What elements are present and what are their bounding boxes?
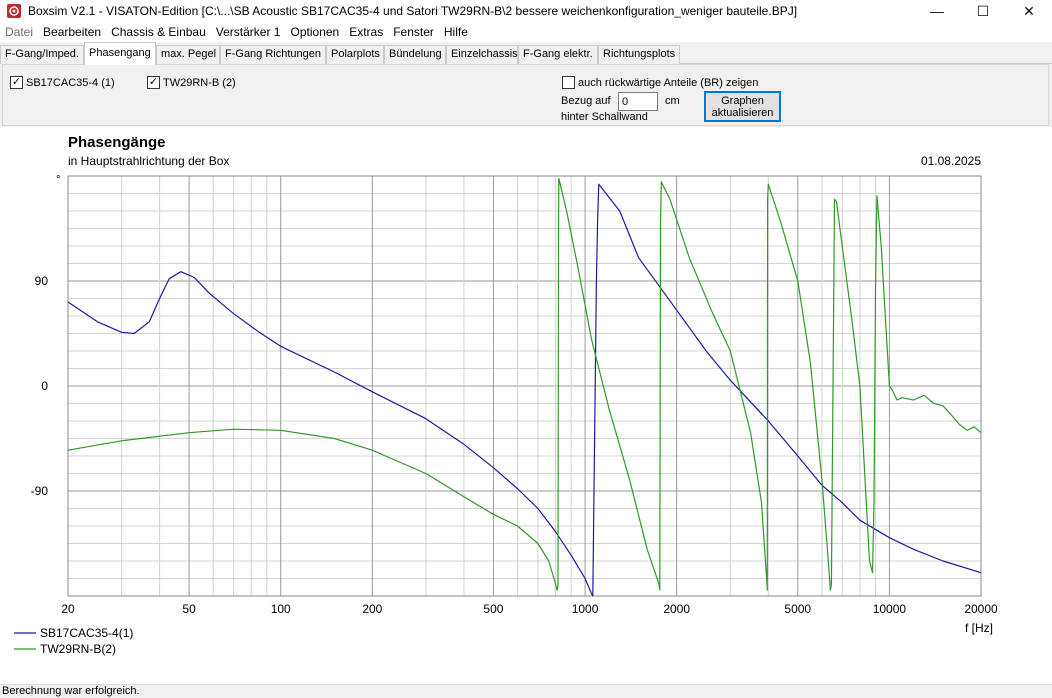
chart-title: Phasengänge (68, 134, 166, 151)
x-tick-labels: 20 50 100 200 500 1000 2000 5000 10000 20000 (61, 602, 998, 616)
close-button[interactable]: ✕ (1006, 0, 1052, 22)
chassis2-toggle[interactable]: ✓ TW29RN-B (2) (147, 76, 236, 89)
update-graphs-line1: Graphen (721, 95, 764, 107)
chart-series (67, 177, 982, 597)
x-tick-label: 1000 (572, 602, 599, 616)
tab-buendelung[interactable]: Bündelung (384, 45, 446, 64)
bezug-sublabel: hinter Schallwand (561, 111, 648, 123)
x-tick-label: 10000 (873, 602, 907, 616)
y-tick-label: 0 (41, 379, 48, 393)
x-tick-label: 20 (61, 602, 75, 616)
phase-chart: Phasengänge in Hauptstrahlrichtung der B… (14, 134, 998, 656)
chassis2-label: TW29RN-B (2) (163, 76, 236, 89)
x-tick-label: 50 (182, 602, 196, 616)
chart-subtitle: in Hauptstrahlrichtung der Box (68, 154, 229, 168)
menu-bar: Datei Bearbeiten Chassis & Einbau Verstä… (0, 22, 1052, 42)
tab-fgang-imped[interactable]: F-Gang/Imped. (0, 45, 84, 64)
chassis2-checkbox[interactable]: ✓ (147, 76, 160, 89)
update-graphs-button[interactable]: Graphen aktualisieren (704, 91, 781, 122)
br-toggle[interactable]: auch rückwärtige Anteile (BR) zeigen (562, 76, 758, 89)
chart-date: 01.08.2025 (921, 154, 981, 168)
options-panel: ✓ SB17CAC35-4 (1) ✓ TW29RN-B (2) auch rü… (2, 64, 1049, 126)
tab-einzelchassis[interactable]: Einzelchassis (446, 45, 518, 64)
br-checkbox[interactable] (562, 76, 575, 89)
tab-max-pegel[interactable]: max. Pegel (156, 45, 220, 64)
y-axis-unit: ° (56, 174, 60, 186)
menu-datei[interactable]: Datei (0, 22, 38, 42)
boxsim-app-icon[interactable] (6, 3, 22, 19)
x-tick-label: 500 (483, 602, 503, 616)
bezug-input[interactable] (618, 92, 658, 111)
chassis1-toggle[interactable]: ✓ SB17CAC35-4 (1) (10, 76, 115, 89)
tab-fgang-richtungen[interactable]: F-Gang Richtungen (220, 45, 326, 64)
legend-label-2: TW29RN-B(2) (40, 642, 116, 656)
menu-bearbeiten[interactable]: Bearbeiten (38, 22, 106, 42)
chart-grid (67, 175, 982, 597)
y-tick-labels: 90 0 -90 (31, 274, 49, 498)
y-tick-label: 90 (35, 274, 49, 288)
bezug-label: Bezug auf (561, 95, 611, 107)
title-bar: Boxsim V2.1 - VISATON-Edition [C:\...\SB… (0, 0, 1052, 22)
minimize-button[interactable]: — (914, 0, 960, 22)
x-axis-label: f [Hz] (965, 621, 993, 635)
tab-fgang-elektr[interactable]: F-Gang elektr. (518, 45, 598, 64)
menu-extras[interactable]: Extras (344, 22, 388, 42)
menu-optionen[interactable]: Optionen (285, 22, 344, 42)
menu-verstaerker[interactable]: Verstärker 1 (211, 22, 286, 42)
legend-label-1: SB17CAC35-4(1) (40, 626, 133, 640)
update-graphs-line2: aktualisieren (711, 107, 774, 119)
x-tick-label: 200 (362, 602, 382, 616)
x-tick-label: 2000 (663, 602, 690, 616)
x-tick-label: 20000 (964, 602, 998, 616)
chart-area: Phasengänge in Hauptstrahlrichtung der B… (0, 127, 1052, 684)
bezug-unit: cm (665, 95, 680, 107)
maximize-button[interactable]: ☐ (960, 0, 1006, 22)
status-bar: Berechnung war erfolgreich. (0, 684, 1052, 697)
tab-phasengang[interactable]: Phasengang (84, 42, 156, 65)
x-tick-label: 100 (271, 602, 291, 616)
tab-richtungsplots[interactable]: Richtungsplots (598, 45, 680, 64)
chart-legend: SB17CAC35-4(1) TW29RN-B(2) (14, 626, 133, 656)
x-tick-label: 5000 (784, 602, 811, 616)
tab-bar: F-Gang/Imped. Phasengang max. Pegel F-Ga… (0, 42, 1052, 65)
series-line-2 (67, 177, 982, 591)
chassis1-checkbox[interactable]: ✓ (10, 76, 23, 89)
y-tick-label: -90 (31, 484, 49, 498)
menu-hilfe[interactable]: Hilfe (439, 22, 473, 42)
tab-polarplots[interactable]: Polarplots (326, 45, 384, 64)
window-title: Boxsim V2.1 - VISATON-Edition [C:\...\SB… (28, 4, 798, 18)
menu-chassis-einbau[interactable]: Chassis & Einbau (106, 22, 211, 42)
menu-fenster[interactable]: Fenster (388, 22, 439, 42)
br-label: auch rückwärtige Anteile (BR) zeigen (578, 76, 759, 89)
chassis1-label: SB17CAC35-4 (1) (26, 76, 115, 89)
